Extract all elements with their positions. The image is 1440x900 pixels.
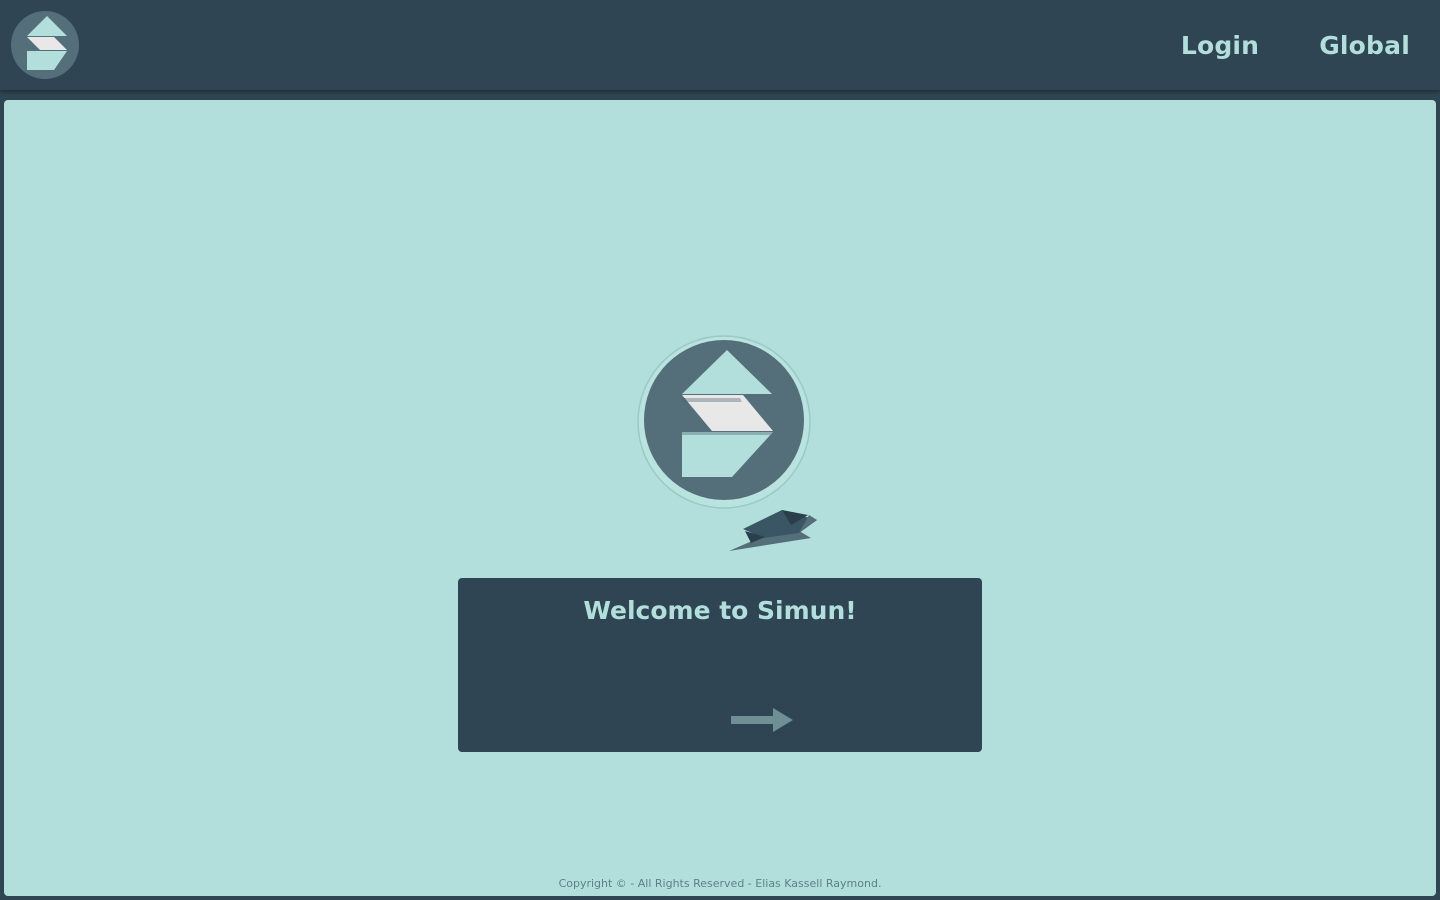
top-navbar: Login Global — [0, 0, 1440, 90]
paper-plane-icon — [729, 510, 817, 551]
nav-global-link[interactable]: Global — [1319, 31, 1410, 60]
simun-logo-icon[interactable] — [10, 10, 80, 80]
footer-copyright: Copyright © - All Rights Reserved - Elia… — [558, 877, 882, 890]
main-nav: Login Global — [1121, 0, 1410, 90]
welcome-title: Welcome to Simun! — [583, 596, 857, 625]
simun-logo-icon — [637, 335, 811, 509]
welcome-card: Welcome to Simun! — [458, 578, 982, 752]
arrow-right-icon[interactable] — [729, 708, 795, 732]
nav-login-link[interactable]: Login — [1181, 31, 1259, 60]
main-content: Welcome to Simun! Copyright © - All Righ… — [4, 100, 1436, 896]
